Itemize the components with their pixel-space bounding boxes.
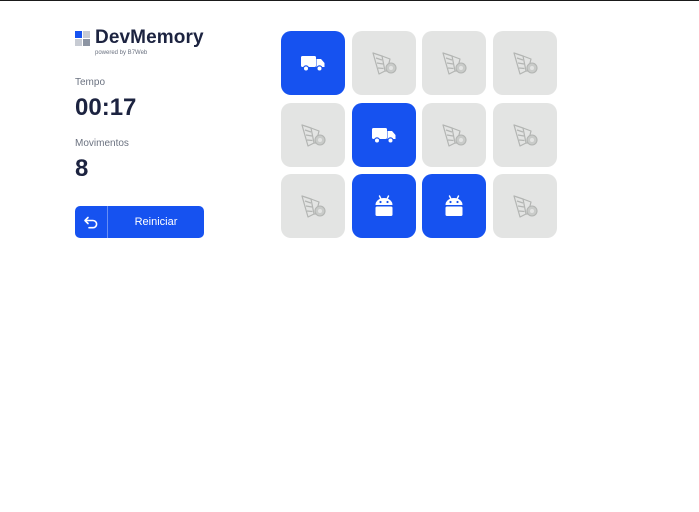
logo-subtitle: powered by B7Web: [95, 50, 148, 56]
memory-card-revealed[interactable]: [351, 102, 416, 167]
card-back-icon: [511, 49, 539, 77]
logo-name: DevMemory: [95, 27, 204, 48]
memory-card-hidden[interactable]: [351, 31, 416, 95]
time-label: Tempo: [75, 77, 106, 88]
card-back-icon: [511, 192, 539, 220]
memory-card-revealed[interactable]: [351, 174, 416, 238]
memory-card-hidden[interactable]: [422, 31, 487, 95]
restart-button[interactable]: Reiniciar: [75, 206, 204, 238]
top-border: [0, 0, 699, 1]
info-panel: DevMemory powered by B7Web Tempo 00:17 M…: [75, 28, 205, 238]
card-back-icon: [511, 121, 539, 149]
memory-card-hidden[interactable]: [281, 102, 345, 167]
memory-card-revealed[interactable]: [422, 174, 487, 238]
card-back-icon: [440, 49, 468, 77]
memory-card-hidden[interactable]: [422, 102, 487, 167]
android-icon: [442, 194, 466, 218]
memory-card-hidden[interactable]: [493, 31, 558, 95]
memory-card-hidden[interactable]: [281, 174, 345, 238]
card-back-icon: [299, 121, 327, 149]
memory-card-hidden[interactable]: [493, 174, 558, 238]
memory-card-hidden[interactable]: [493, 102, 558, 167]
truck-icon: [371, 125, 397, 145]
memory-card-revealed[interactable]: [281, 31, 345, 95]
card-back-icon: [370, 49, 398, 77]
logo-mark-icon: [75, 31, 90, 46]
undo-arrow-icon: [75, 206, 108, 238]
time-value: 00:17: [75, 94, 137, 121]
android-icon: [372, 194, 396, 218]
card-back-icon: [299, 192, 327, 220]
moves-label: Movimentos: [75, 138, 129, 149]
moves-value: 8: [75, 155, 89, 182]
logo: DevMemory powered by B7Web: [75, 28, 205, 58]
truck-icon: [300, 53, 326, 73]
game-board: [281, 31, 558, 239]
card-back-icon: [440, 121, 468, 149]
restart-label: Reiniciar: [134, 216, 178, 228]
